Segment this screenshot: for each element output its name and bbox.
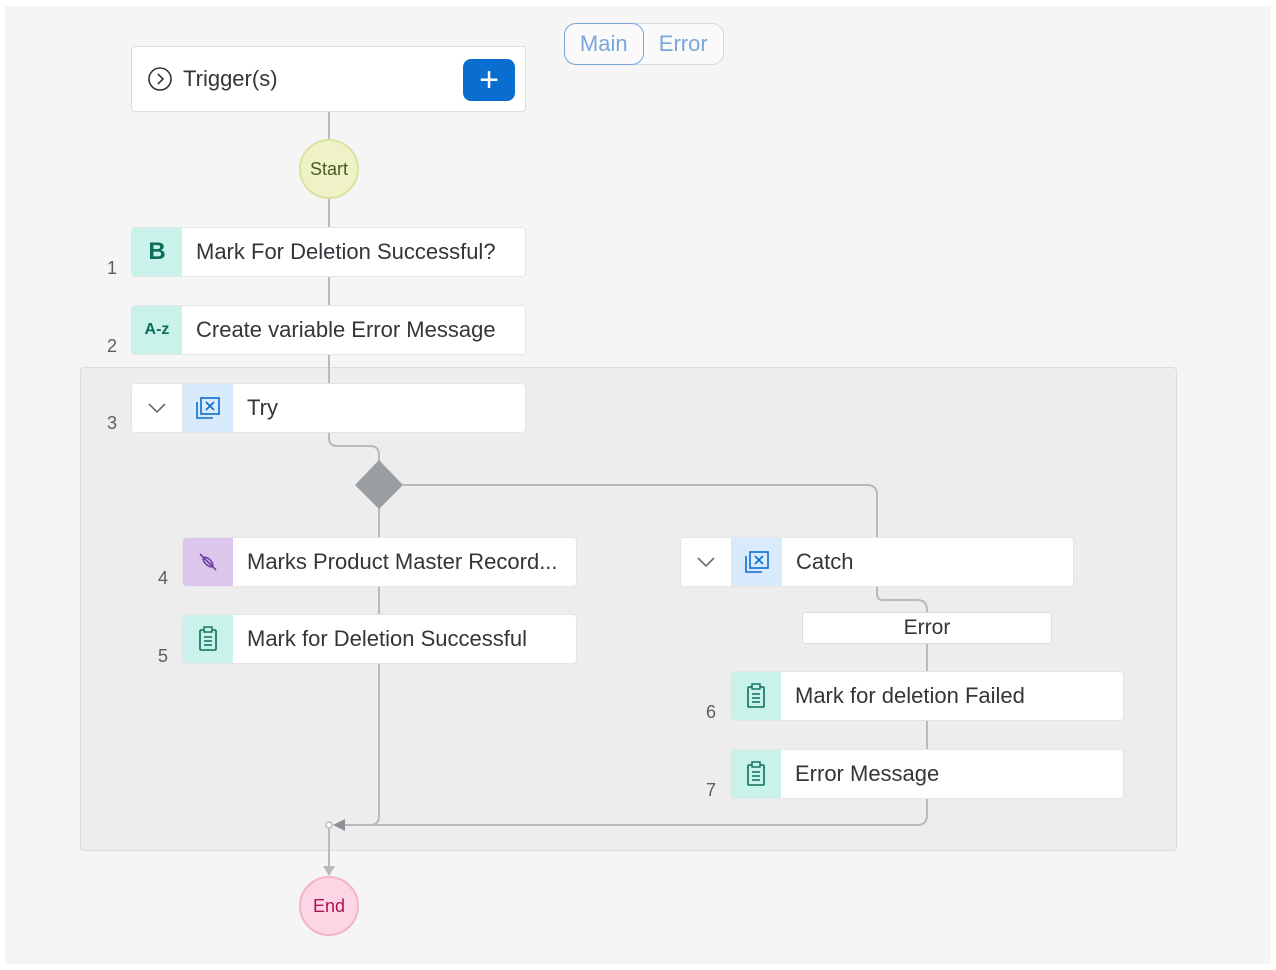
- clipboard-icon: [183, 615, 233, 663]
- parallel-gateway-icon: [355, 460, 403, 509]
- collapse-try-toggle[interactable]: [132, 384, 183, 432]
- step-number: 6: [706, 702, 717, 722]
- step-condition[interactable]: B Mark For Deletion Successful?: [131, 227, 526, 277]
- step-label: Catch: [796, 549, 854, 574]
- step-number: 7: [706, 780, 717, 800]
- step-number: 4: [158, 568, 169, 588]
- step-label: Marks Product Master Record...: [247, 549, 558, 574]
- flow-connectors: [323, 112, 928, 876]
- step-number: 1: [107, 258, 118, 278]
- action-link-icon: [183, 538, 233, 586]
- step-number: 3: [107, 413, 118, 433]
- trigger-card[interactable]: Trigger(s) +: [131, 46, 526, 112]
- step-number: 2: [107, 336, 118, 356]
- step-error-message[interactable]: Error Message: [730, 749, 1124, 799]
- step-label: Mark For Deletion Successful?: [196, 239, 496, 264]
- step-label: Mark for deletion Failed: [795, 683, 1025, 708]
- tab-error[interactable]: Error: [644, 23, 724, 65]
- step-end-message[interactable]: Mark for deletion Failed: [730, 671, 1124, 721]
- step-create-variable[interactable]: A-z Create variable Error Message: [131, 305, 526, 355]
- step-try[interactable]: Try: [131, 383, 526, 433]
- chevron-down-icon: [697, 557, 715, 568]
- step-end-message[interactable]: Mark for Deletion Successful: [182, 614, 577, 664]
- trigger-label: Trigger(s): [183, 66, 278, 91]
- end-node: End: [299, 876, 359, 936]
- clipboard-icon: [731, 672, 781, 720]
- collapse-catch-toggle[interactable]: [681, 538, 732, 586]
- step-label: Mark for Deletion Successful: [247, 626, 527, 651]
- condition-icon-text: B: [148, 238, 166, 265]
- main-error-toggle: Main Error: [564, 23, 724, 65]
- step-catch[interactable]: Catch: [680, 537, 1074, 587]
- clipboard-icon: [731, 750, 781, 798]
- step-number: 5: [158, 646, 169, 666]
- start-node: Start: [299, 139, 359, 199]
- add-trigger-button[interactable]: +: [463, 59, 515, 101]
- tab-main[interactable]: Main: [564, 23, 644, 65]
- try-catch-icon: [183, 384, 233, 432]
- step-label: Error Message: [795, 761, 940, 786]
- step-label: Try: [247, 395, 278, 420]
- step-label: Create variable Error Message: [196, 317, 496, 342]
- variable-icon: A-z: [132, 306, 182, 354]
- chevron-down-icon: [148, 403, 166, 414]
- variable-icon-text: A-z: [144, 321, 170, 338]
- catch-error-label[interactable]: Error: [802, 612, 1052, 644]
- condition-icon: B: [132, 228, 182, 276]
- step-action[interactable]: Marks Product Master Record...: [182, 537, 577, 587]
- try-catch-icon: [732, 538, 782, 586]
- chevron-circle-icon: [148, 67, 172, 91]
